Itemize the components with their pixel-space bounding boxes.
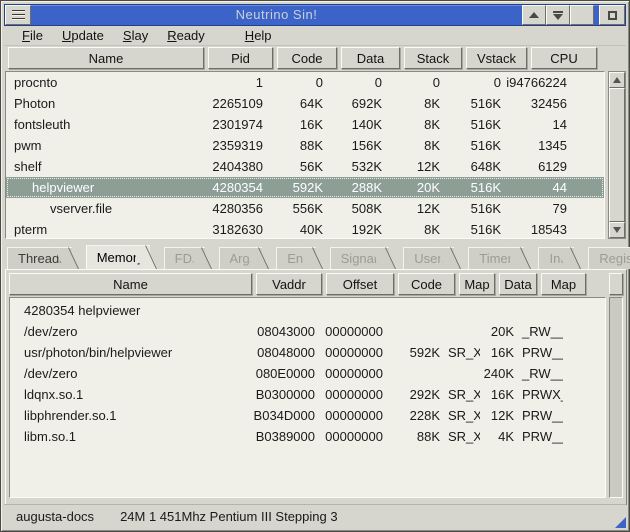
menu-ready[interactable]: Ready <box>167 28 205 43</box>
memory-table-scroll-gutter[interactable] <box>609 297 623 498</box>
tab-timers[interactable]: Timers <box>468 247 524 269</box>
scroll-down-icon <box>613 227 621 233</box>
tab-bar: Threads Memory FDs Args Env Signals User… <box>7 245 623 269</box>
close-icon <box>608 11 617 20</box>
menu-bar: File Update Slay Ready Help <box>4 26 626 46</box>
tab-env[interactable]: Env <box>276 247 315 269</box>
process-table-header: Name Pid Code Data Stack Vstack CPU <box>5 47 627 69</box>
process-row-procnto[interactable]: procnto 1 0 0 0 0 i94766224 <box>6 72 604 93</box>
collapse-icon <box>529 12 539 18</box>
process-row-photon[interactable]: Photon 2265109 64K 692K 8K 516K 32456 <box>6 93 604 114</box>
process-row-pterm[interactable]: pterm 3182630 40K 192K 8K 516K 18543 <box>6 219 604 239</box>
restore-icon <box>553 11 563 20</box>
memory-row-devzero-1[interactable]: /dev/zero 08043000 00000000 20K _RW__ <box>10 321 605 342</box>
memory-panel: Name Vaddr Offset Code Map Data Map 4280… <box>5 269 627 505</box>
mem-column-header-offset[interactable]: Offset <box>326 273 394 295</box>
mem-column-header-code[interactable]: Code <box>398 273 455 295</box>
tab-fds[interactable]: FDs <box>164 247 205 269</box>
restore-button[interactable] <box>546 5 570 25</box>
process-row-fontsleuth[interactable]: fontsleuth 2301974 16K 140K 8K 516K 14 <box>6 114 604 135</box>
mem-column-header-vaddr[interactable]: Vaddr <box>256 273 322 295</box>
status-system-info: 24M 1 451Mhz Pentium III Stepping 3 <box>120 509 338 524</box>
window-menu-icon <box>12 10 25 20</box>
status-bar: augusta-docs 24M 1 451Mhz Pentium III St… <box>4 504 626 528</box>
tab-memory[interactable]: Memory <box>86 245 150 269</box>
column-header-data[interactable]: Data <box>341 47 400 69</box>
column-header-name[interactable]: Name <box>8 47 204 69</box>
process-table: Name Pid Code Data Stack Vstack CPU proc… <box>5 47 627 241</box>
memory-row-process[interactable]: 4280354 helpviewer <box>10 300 605 321</box>
window-menu-button[interactable] <box>5 5 31 25</box>
column-header-code[interactable]: Code <box>277 47 337 69</box>
status-hostname: augusta-docs <box>16 509 94 524</box>
process-row-helpviewer-selected[interactable]: helpviewer 4280354 592K 288K 20K 516K 44 <box>6 177 604 198</box>
memory-row-ldqnx[interactable]: ldqnx.so.1 B0300000 00000000 292K SR_X_ … <box>10 384 605 405</box>
resize-grip[interactable] <box>615 517 626 528</box>
mem-column-header-data[interactable]: Data <box>499 273 537 295</box>
memory-map-list: 4280354 helpviewer /dev/zero 08043000 00… <box>9 297 606 498</box>
titlebar: Neutrino Sin! <box>4 4 626 26</box>
memory-row-helpviewer-bin[interactable]: usr/photon/bin/helpviewer 08048000 00000… <box>10 342 605 363</box>
menu-file[interactable]: File <box>22 28 43 43</box>
mem-column-header-name[interactable]: Name <box>9 273 252 295</box>
mem-column-header-map2[interactable]: Map <box>541 273 586 295</box>
close-button[interactable] <box>599 5 625 25</box>
menu-help[interactable]: Help <box>245 28 272 43</box>
tab-args[interactable]: Args <box>219 247 263 269</box>
column-header-pid[interactable]: Pid <box>208 47 273 69</box>
scroll-up-icon <box>613 77 621 83</box>
memory-row-libphrender[interactable]: libphrender.so.1 B034D000 00000000 228K … <box>10 405 605 426</box>
process-row-pwm[interactable]: pwm 2359319 88K 156K 8K 516K 1345 <box>6 135 604 156</box>
maximize-button[interactable] <box>570 5 594 25</box>
tab-users[interactable]: Users <box>403 247 454 269</box>
collapse-button[interactable] <box>522 5 546 25</box>
menu-slay[interactable]: Slay <box>123 28 148 43</box>
scroll-up-button[interactable] <box>609 72 625 88</box>
process-list: procnto 1 0 0 0 0 i94766224 Photon 22651… <box>5 71 605 239</box>
column-header-stack[interactable]: Stack <box>404 47 462 69</box>
tab-registers[interactable]: Registers <box>588 247 630 269</box>
scrollbar-thumb[interactable] <box>609 88 625 222</box>
process-row-vserver-file[interactable]: vserver.file 4280356 556K 508K 12K 516K … <box>6 198 604 219</box>
process-table-scrollbar[interactable] <box>608 71 626 239</box>
window-controls <box>522 5 594 25</box>
scroll-down-button[interactable] <box>609 222 625 238</box>
tab-signals[interactable]: Signals <box>330 247 390 269</box>
memory-table-header: Name Vaddr Offset Code Map Data Map <box>9 273 623 295</box>
mem-column-header-map1[interactable]: Map <box>459 273 495 295</box>
tab-intr[interactable]: Intr <box>538 247 574 269</box>
tab-threads[interactable]: Threads <box>7 247 72 269</box>
column-header-vstack[interactable]: Vstack <box>466 47 527 69</box>
window-title: Neutrino Sin! <box>31 5 522 25</box>
window: Neutrino Sin! File Update Slay Ready Hel… <box>0 0 630 532</box>
memory-row-devzero-2[interactable]: /dev/zero 080E0000 00000000 240K _RW__ <box>10 363 605 384</box>
memory-row-libm[interactable]: libm.so.1 B0389000 00000000 88K SR_X_ 4K… <box>10 426 605 447</box>
menu-update[interactable]: Update <box>62 28 104 43</box>
mem-header-gutter <box>609 273 623 295</box>
process-row-shelf[interactable]: shelf 2404380 56K 532K 12K 648K 6129 <box>6 156 604 177</box>
column-header-cpu[interactable]: CPU <box>531 47 597 69</box>
